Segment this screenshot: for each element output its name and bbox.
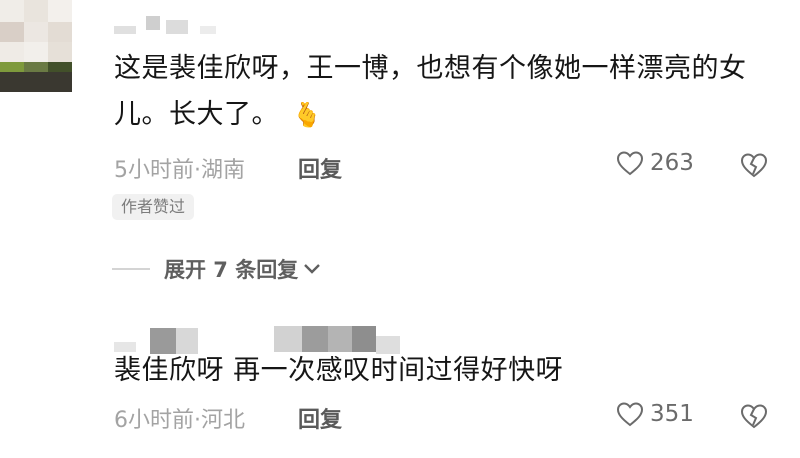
chevron-down-icon <box>304 264 321 274</box>
expand-replies-button[interactable]: 展开 7 条回复 <box>112 254 322 284</box>
comment-text: 裴佳欣呀 再一次感叹时间过得好快呀 <box>114 348 563 394</box>
reply-button[interactable]: 回复 <box>298 152 342 184</box>
like-count: 263 <box>650 150 694 176</box>
comment-text-line1: 这是裴佳欣呀，王一博，也想有个像她一样漂亮的女 <box>114 53 747 84</box>
like-button[interactable]: 351 <box>616 401 694 427</box>
time-location: 5小时前·湖南 <box>114 158 245 183</box>
author-liked-badge: 作者赞过 <box>112 194 195 220</box>
broken-heart-icon <box>740 153 768 178</box>
heart-outline-icon <box>616 151 644 176</box>
dislike-button[interactable] <box>740 403 768 433</box>
broken-heart-icon <box>740 404 768 429</box>
heart-outline-icon <box>616 402 644 427</box>
expand-label: 展开 7 条回复 <box>164 258 299 282</box>
like-button[interactable]: 263 <box>616 150 694 176</box>
finger-heart-emoji: 🫰 <box>292 101 323 129</box>
dislike-button[interactable] <box>740 152 768 182</box>
username-mosaic[interactable] <box>114 12 234 34</box>
like-count: 351 <box>650 401 694 427</box>
comment-text-line2: 儿。长大了。 <box>114 99 279 130</box>
reply-button[interactable]: 回复 <box>298 402 342 434</box>
comment-text-line1: 裴佳欣呀 再一次感叹时间过得好快呀 <box>114 355 564 386</box>
comment-text: 这是裴佳欣呀，王一博，也想有个像她一样漂亮的女 儿。长大了。 🫰 <box>114 46 747 138</box>
avatar[interactable] <box>0 0 72 154</box>
divider-line <box>112 268 150 270</box>
time-location: 6小时前·河北 <box>114 408 245 433</box>
